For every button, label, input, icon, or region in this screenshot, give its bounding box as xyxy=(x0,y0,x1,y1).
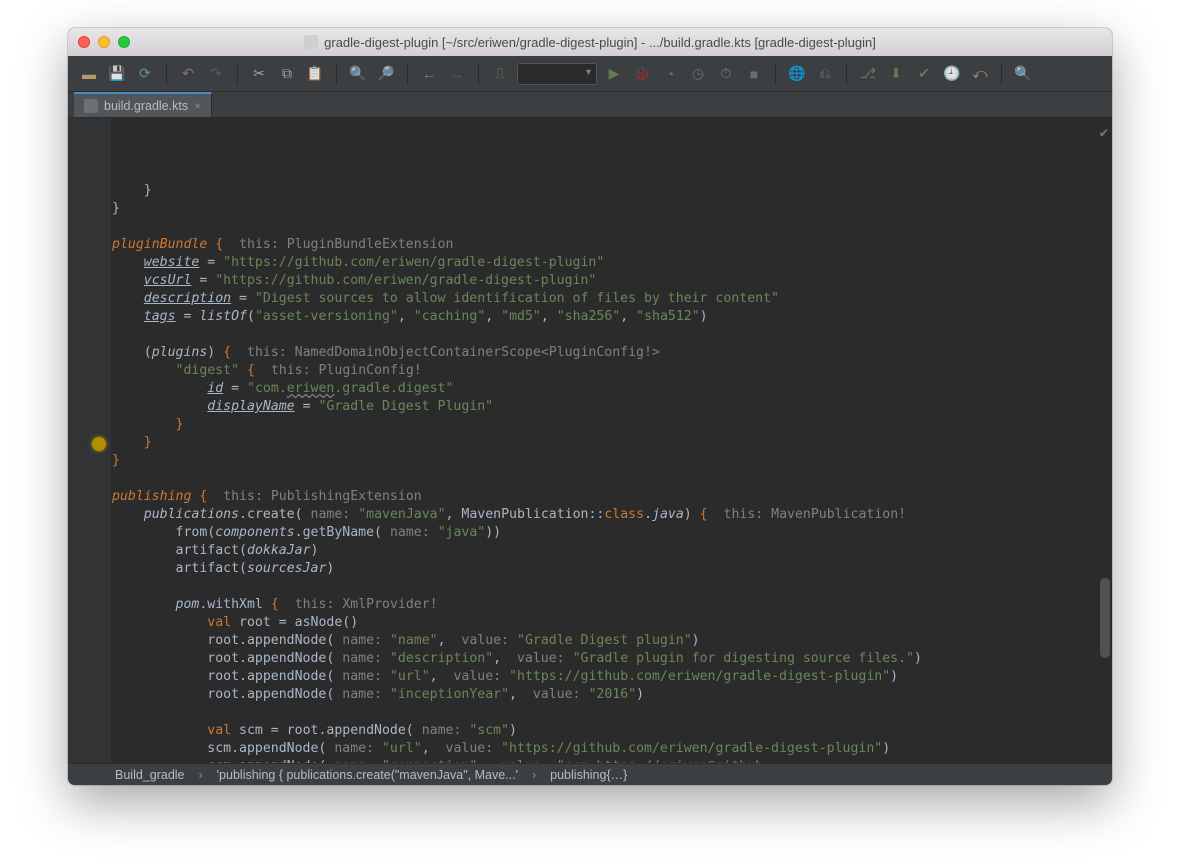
run-config-select[interactable] xyxy=(517,63,597,85)
zoom-icon[interactable] xyxy=(118,36,130,48)
search-everywhere-icon[interactable]: 🔍 xyxy=(1012,63,1034,85)
crumb-leaf[interactable]: publishing{…} xyxy=(548,768,629,782)
code-editor[interactable]: ✔ } } pluginBundle { this: PluginBundleE… xyxy=(112,118,1112,763)
close-icon[interactable] xyxy=(78,36,90,48)
minimize-icon[interactable] xyxy=(98,36,110,48)
file-icon xyxy=(304,35,318,49)
main-toolbar: ▬ 💾 ⟳ ↶ ↷ ✂ ⧉ 📋 🔍 🔎 ← → ⎍ ▶ 🐞 ◔ ◷ ⏱ ■ 🌐 … xyxy=(68,56,1112,92)
redo-icon[interactable]: ↷ xyxy=(205,63,227,85)
crumb-root[interactable]: Build_gradle xyxy=(113,768,187,782)
editor-area: ✔ } } pluginBundle { this: PluginBundleE… xyxy=(68,118,1112,763)
window-title: gradle-digest-plugin [~/src/eriwen/gradl… xyxy=(68,35,1112,50)
ide-window: gradle-digest-plugin [~/src/eriwen/gradl… xyxy=(68,28,1112,785)
forward-icon[interactable]: → xyxy=(446,63,468,85)
save-all-icon[interactable]: 💾 xyxy=(106,63,128,85)
kotlin-file-icon xyxy=(84,99,98,113)
find-replace-icon[interactable]: 🔎 xyxy=(375,63,397,85)
stop-icon[interactable]: ■ xyxy=(743,63,765,85)
editor-tabs: build.gradle.kts × xyxy=(68,92,1112,118)
attach-icon[interactable]: ⏱ xyxy=(715,63,737,85)
gutter[interactable] xyxy=(68,118,112,763)
refresh-icon[interactable]: ⟳ xyxy=(134,63,156,85)
sync-icon[interactable]: ⎌ xyxy=(814,63,836,85)
intention-bulb-icon[interactable] xyxy=(92,437,106,451)
open-icon[interactable]: ▬ xyxy=(78,63,100,85)
debug-icon[interactable]: 🐞 xyxy=(631,63,653,85)
breadcrumb[interactable]: Build_gradle 'publishing { publications.… xyxy=(68,763,1112,785)
tab-close-icon[interactable]: × xyxy=(194,99,201,113)
run-icon[interactable]: ▶ xyxy=(603,63,625,85)
coverage-icon[interactable]: ◔ xyxy=(659,63,681,85)
vcs-update-icon[interactable]: ⬇ xyxy=(885,63,907,85)
vcs-branch-icon[interactable]: ⎇ xyxy=(857,63,879,85)
paste-icon[interactable]: 📋 xyxy=(304,63,326,85)
titlebar[interactable]: gradle-digest-plugin [~/src/eriwen/gradl… xyxy=(68,28,1112,56)
profile-icon[interactable]: ◷ xyxy=(687,63,709,85)
window-title-text: gradle-digest-plugin [~/src/eriwen/gradl… xyxy=(324,35,876,50)
build-icon[interactable]: ⎍ xyxy=(489,63,511,85)
find-icon[interactable]: 🔍 xyxy=(347,63,369,85)
vcs-revert-icon[interactable]: ⤺ xyxy=(969,63,991,85)
crumb-scope[interactable]: 'publishing { publications.create("maven… xyxy=(215,768,520,782)
scrollbar-thumb[interactable] xyxy=(1100,578,1110,658)
back-icon[interactable]: ← xyxy=(418,63,440,85)
globe-icon[interactable]: 🌐 xyxy=(786,63,808,85)
tab-build-gradle[interactable]: build.gradle.kts × xyxy=(74,92,212,117)
inspection-ok-icon[interactable]: ✔ xyxy=(1100,124,1108,142)
vcs-history-icon[interactable]: 🕘 xyxy=(941,63,963,85)
undo-icon[interactable]: ↶ xyxy=(177,63,199,85)
window-controls xyxy=(78,36,130,48)
code-content[interactable]: } } pluginBundle { this: PluginBundleExt… xyxy=(112,182,1112,763)
vcs-commit-icon[interactable]: ✔ xyxy=(913,63,935,85)
cut-icon[interactable]: ✂ xyxy=(248,63,270,85)
copy-icon[interactable]: ⧉ xyxy=(276,63,298,85)
tab-label: build.gradle.kts xyxy=(104,99,188,113)
